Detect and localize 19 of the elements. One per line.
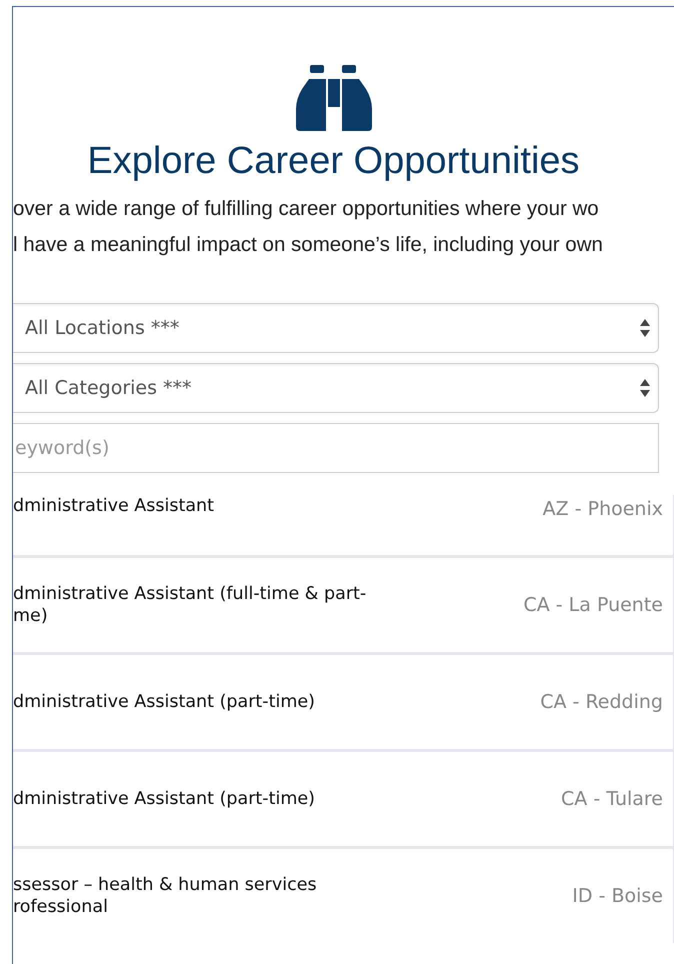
sort-arrows-icon	[640, 378, 650, 398]
job-title[interactable]: dministrative Assistant (part-time)	[13, 788, 315, 810]
keyword-field[interactable]: eyword(s)	[13, 423, 659, 473]
job-title[interactable]: dministrative Assistant (full-time & part- me)	[13, 583, 366, 627]
job-location: CA - La Puente	[523, 592, 663, 618]
job-title[interactable]: dministrative Assistant (part-time)	[13, 691, 315, 713]
binoculars-icon	[296, 65, 372, 131]
sort-arrows-icon	[640, 318, 650, 338]
job-location: ID - Boise	[572, 884, 663, 909]
job-location: AZ - Phoenix	[542, 497, 663, 522]
intro-text: l have a meaningful impact on someone’s life, including your own	[13, 232, 604, 258]
dropdown-select[interactable]: All Locations ***	[13, 303, 659, 353]
job-location: CA - Tulare	[561, 786, 663, 812]
intro-text: over a wide range of fulfilling career opportunities where your wo	[13, 196, 600, 222]
dropdown-select[interactable]: All Categories ***	[13, 363, 659, 413]
job-title[interactable]: ssessor – health & human services rofessional	[13, 874, 317, 918]
page-heading: Explore Career Opportunities	[87, 139, 580, 184]
job-title[interactable]: dministrative Assistant	[13, 495, 214, 517]
job-location: CA - Redding	[540, 690, 663, 715]
